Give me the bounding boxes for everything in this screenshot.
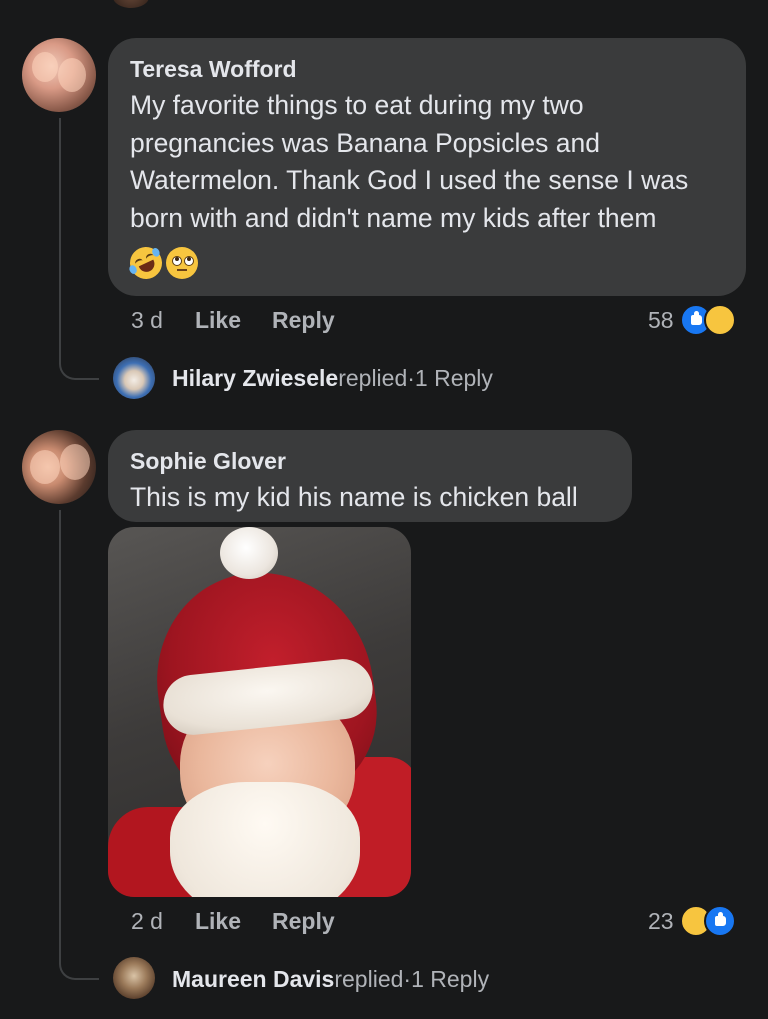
like-button[interactable]: Like (195, 307, 241, 334)
comment-timestamp[interactable]: 2 d (131, 908, 163, 935)
avatar-maureen-davis[interactable] (113, 957, 155, 999)
comment-bubble: Teresa Wofford My favorite things to eat… (108, 38, 746, 296)
separator-dot: · (403, 965, 412, 992)
haha-reaction-icon (703, 304, 736, 336)
reply-button[interactable]: Reply (272, 908, 335, 935)
thread-connector-curve (59, 362, 99, 380)
replied-label: replied (338, 364, 408, 391)
avatar-teresa-wofford[interactable] (22, 38, 96, 112)
view-replies-link[interactable]: Hilary Zwiesele replied · 1 Reply (172, 363, 493, 393)
comments-thread: Teresa Wofford My favorite things to eat… (0, 0, 768, 1019)
eye-roll-emoji (166, 247, 198, 279)
comment-timestamp[interactable]: 3 d (131, 307, 163, 334)
comment-author-name[interactable]: Sophie Glover (130, 446, 610, 476)
comment-bubble: Sophie Glover This is my kid his name is… (108, 430, 632, 522)
thread-connector-line (59, 510, 61, 962)
thread-connector-curve (59, 962, 99, 980)
like-button[interactable]: Like (195, 908, 241, 935)
view-replies-link[interactable]: Maureen Davis replied · 1 Reply (172, 964, 489, 994)
comment-emoji-row (124, 241, 724, 285)
avatar-hilary-zwiesele[interactable] (113, 357, 155, 399)
like-reaction-icon (703, 905, 736, 937)
comment-photo-attachment[interactable] (108, 527, 411, 897)
comment-actions: 3 d Like Reply (131, 305, 366, 335)
comment-text: My favorite things to eat during my two … (130, 90, 689, 233)
thread-connector-line (59, 118, 61, 362)
reaction-summary[interactable]: 23 (648, 904, 736, 938)
reply-button[interactable]: Reply (272, 307, 335, 334)
reaction-count: 58 (648, 306, 674, 333)
reply-count: 1 Reply (414, 364, 493, 391)
avatar-sophie-glover[interactable] (22, 430, 96, 504)
replier-name: Maureen Davis (172, 965, 335, 992)
previous-commenter-avatar[interactable] (113, 0, 149, 8)
comment-text: This is my kid his name is chicken ball (130, 482, 578, 512)
replier-name: Hilary Zwiesele (172, 364, 339, 391)
comment-actions: 2 d Like Reply (131, 906, 366, 936)
separator-dot: · (407, 364, 415, 391)
rolling-on-floor-laughing-emoji (124, 241, 168, 285)
reaction-count: 23 (648, 907, 674, 934)
reply-count: 1 Reply (411, 965, 490, 992)
replied-label: replied (334, 965, 404, 992)
reaction-summary[interactable]: 58 (648, 303, 736, 337)
comment-author-name[interactable]: Teresa Wofford (130, 54, 724, 84)
